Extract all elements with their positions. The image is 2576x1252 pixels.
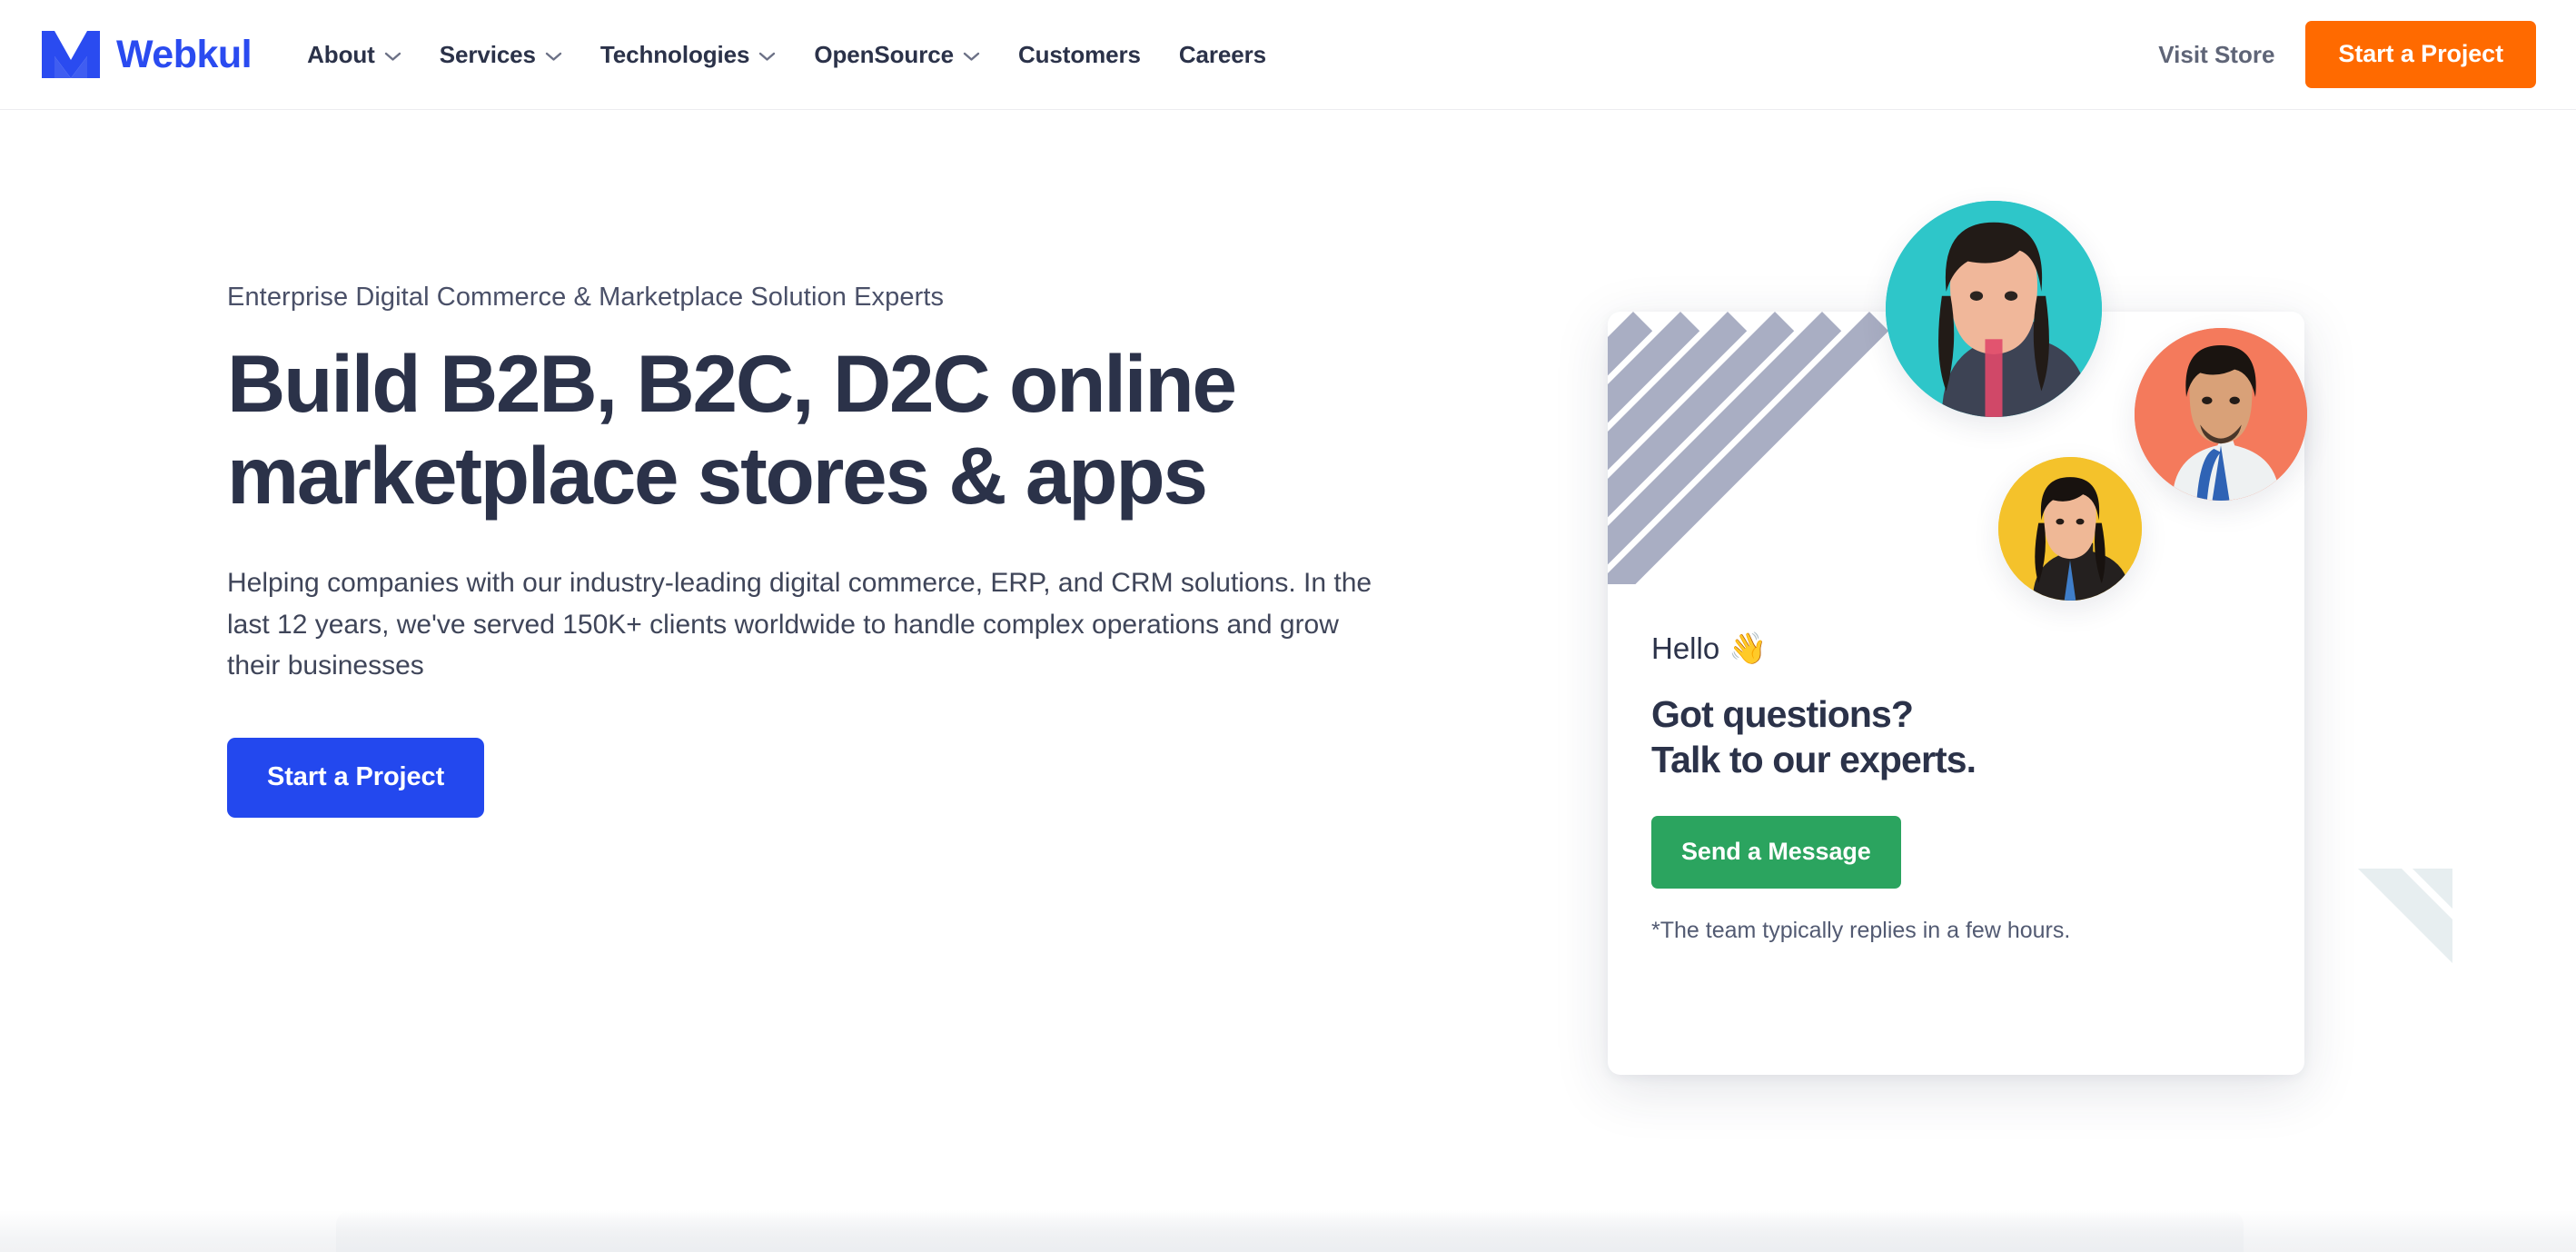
nav-item-technologies[interactable]: Technologies bbox=[581, 27, 795, 82]
nav-label-technologies: Technologies bbox=[599, 40, 750, 68]
hero-bottom-band bbox=[0, 1210, 2576, 1252]
nav-item-services[interactable]: Services bbox=[421, 27, 581, 82]
hero-start-a-project-button[interactable]: Start a Project bbox=[227, 737, 485, 818]
greeting-text: Hello bbox=[1651, 631, 1720, 665]
nav-item-about[interactable]: About bbox=[288, 27, 421, 82]
visit-store-link[interactable]: Visit Store bbox=[2127, 41, 2305, 69]
decorative-stripes-top-left bbox=[1608, 312, 1907, 584]
hero-visual-column: Hello 👋 Got questions? Talk to our exper… bbox=[1508, 201, 2452, 1164]
hero-subcopy: Helping companies with our industry-lead… bbox=[227, 568, 1372, 681]
main-navigation: About Services Technologies OpenSource C bbox=[288, 27, 1285, 82]
brand-logo-link[interactable]: Webkul bbox=[40, 29, 253, 80]
webkul-logo-icon bbox=[40, 29, 102, 80]
chevron-down-icon bbox=[545, 48, 562, 62]
nav-label-careers: Careers bbox=[1178, 40, 1267, 68]
nav-item-customers[interactable]: Customers bbox=[999, 27, 1160, 82]
chevron-down-icon bbox=[963, 48, 980, 62]
nav-label-services: Services bbox=[439, 40, 536, 68]
nav-item-opensource[interactable]: OpenSource bbox=[795, 27, 999, 82]
team-member-avatar-1 bbox=[1886, 201, 2102, 417]
hero-copy-column: Enterprise Digital Commerce & Marketplac… bbox=[227, 283, 1435, 818]
team-member-avatar-3 bbox=[1998, 457, 2142, 601]
contact-card-body: Hello 👋 Got questions? Talk to our exper… bbox=[1651, 631, 2269, 944]
nav-label-opensource: OpenSource bbox=[814, 40, 954, 68]
waving-hand-icon: 👋 bbox=[1729, 631, 1768, 666]
hero-eyebrow: Enterprise Digital Commerce & Marketplac… bbox=[227, 283, 945, 312]
contact-card-title-line2: Talk to our experts. bbox=[1651, 739, 1977, 781]
contact-card-note: *The team typically replies in a few hou… bbox=[1651, 918, 2071, 944]
nav-label-about: About bbox=[307, 40, 375, 68]
hero-section: Enterprise Digital Commerce & Marketplac… bbox=[0, 110, 2576, 1252]
header-actions: Visit Store Start a Project bbox=[2127, 21, 2536, 88]
contact-card-title-line1: Got questions? bbox=[1651, 693, 1914, 735]
send-a-message-button[interactable]: Send a Message bbox=[1651, 816, 1901, 889]
nav-label-customers: Customers bbox=[1017, 40, 1141, 68]
brand-name: Webkul bbox=[116, 32, 253, 76]
team-member-avatar-2 bbox=[2135, 328, 2307, 501]
contact-card-greeting: Hello 👋 bbox=[1651, 631, 2269, 666]
nav-item-careers[interactable]: Careers bbox=[1160, 27, 1285, 82]
header-start-a-project-button[interactable]: Start a Project bbox=[2305, 21, 2536, 88]
chevron-down-icon bbox=[384, 48, 401, 62]
hero-headline: Build B2B, B2C, D2C online marketplace s… bbox=[227, 338, 1237, 521]
site-header: Webkul About Services Technologies OpenS… bbox=[0, 0, 2576, 110]
chevron-down-icon bbox=[758, 48, 776, 62]
contact-card-title: Got questions? Talk to our experts. bbox=[1651, 691, 2269, 782]
